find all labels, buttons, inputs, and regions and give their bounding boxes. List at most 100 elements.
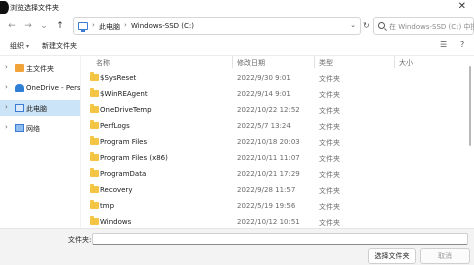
column-header-size[interactable]: 大小 — [399, 58, 413, 68]
file-type: 文件夹 — [319, 155, 340, 163]
folder-icon — [90, 168, 99, 177]
file-row[interactable]: tmp 2022/5/19 19:56 文件夹 — [82, 198, 466, 214]
sidebar-item-label: 主文件夹 — [26, 65, 54, 73]
new-folder-button[interactable]: 新建文件夹 — [42, 41, 77, 51]
close-icon[interactable]: ✕ — [458, 1, 466, 13]
folder-icon — [90, 216, 99, 225]
file-name: Windows — [100, 218, 132, 226]
column-header-date[interactable]: 修改日期 — [237, 58, 265, 68]
file-row[interactable]: PerfLogs 2022/5/7 13:24 文件夹 — [82, 118, 466, 134]
forward-arrow-icon[interactable]: → — [22, 20, 34, 32]
file-row[interactable]: $SysReset 2022/9/30 9:01 文件夹 — [82, 70, 466, 86]
title-bar: 浏览选择文件夹 ✕ — [0, 0, 474, 16]
address-dropdown-icon[interactable]: ⌄ — [350, 21, 356, 29]
file-date: 2022/9/14 9:01 — [237, 90, 291, 98]
sidebar-item-home[interactable]: › 主文件夹 — [0, 60, 80, 76]
file-type: 文件夹 — [319, 171, 340, 179]
file-date: 2022/5/7 13:24 — [237, 122, 291, 130]
folder-icon — [90, 88, 99, 97]
cancel-button[interactable]: 取消 — [420, 248, 470, 264]
expand-chevron-icon[interactable]: › — [5, 123, 8, 131]
file-date: 2022/9/30 9:01 — [237, 74, 291, 82]
file-date: 2022/10/18 20:03 — [237, 138, 300, 146]
file-type: 文件夹 — [319, 203, 340, 211]
expand-chevron-icon[interactable]: › — [5, 63, 8, 71]
home-icon — [15, 64, 24, 72]
folder-icon — [90, 200, 99, 209]
back-arrow-icon[interactable]: ← — [6, 20, 18, 32]
file-row[interactable]: $WinREAgent 2022/9/14 9:01 文件夹 — [82, 86, 466, 102]
column-divider[interactable] — [394, 56, 395, 68]
vertical-scrollbar[interactable] — [468, 56, 472, 228]
expand-chevron-icon[interactable]: › — [5, 83, 8, 91]
cloud-icon — [15, 84, 24, 92]
navigation-pane: › 主文件夹 › OneDrive - Personal › 此电脑 › 网络 — [0, 56, 80, 228]
refresh-icon[interactable]: ↻ — [363, 17, 371, 35]
search-placeholder: 在 Windows-SSD (C:) 中搜索 — [389, 23, 474, 31]
file-row[interactable]: Program Files (x86) 2022/10/11 11:07 文件夹 — [82, 150, 466, 166]
address-bar[interactable]: › 此电脑 › Windows-SSD (C:) ⌄ — [73, 17, 361, 35]
up-arrow-icon[interactable]: ↑ — [54, 20, 66, 32]
sidebar-item-onedrive[interactable]: › OneDrive - Personal — [0, 80, 80, 96]
file-name: OneDriveTemp — [100, 106, 152, 114]
file-row[interactable]: Recovery 2022/9/28 11:57 文件夹 — [82, 182, 466, 198]
folder-icon — [90, 72, 99, 81]
file-date: 2022/10/22 12:52 — [237, 106, 300, 114]
file-type: 文件夹 — [319, 187, 340, 195]
help-icon[interactable]: ? — [460, 40, 464, 49]
chevron-down-icon: ▾ — [26, 43, 30, 50]
app-icon — [0, 1, 9, 14]
sidebar-item-this-pc[interactable]: › 此电脑 — [0, 100, 80, 116]
file-date: 2022/5/19 19:56 — [237, 202, 296, 210]
file-name: $WinREAgent — [100, 90, 148, 98]
network-icon — [15, 124, 24, 132]
folder-icon — [90, 184, 99, 193]
file-type: 文件夹 — [319, 139, 340, 147]
sidebar-item-label: 网络 — [26, 125, 40, 133]
folder-icon — [90, 152, 99, 161]
organize-label: 组织 — [10, 42, 24, 50]
folder-label: 文件夹: — [68, 236, 92, 244]
file-type: 文件夹 — [319, 107, 340, 115]
sidebar-item-label: OneDrive - Personal — [26, 84, 80, 92]
column-header-name[interactable]: 名称 — [96, 58, 110, 68]
recent-locations-chevron-icon[interactable]: ⌄ — [38, 20, 50, 32]
file-row[interactable]: Windows 2022/10/12 10:51 文件夹 — [82, 214, 466, 228]
sidebar-item-network[interactable]: › 网络 — [0, 120, 80, 136]
column-header-type[interactable]: 类型 — [319, 58, 333, 68]
scrollbar-thumb[interactable] — [469, 66, 471, 146]
search-box[interactable]: 在 Windows-SSD (C:) 中搜索 — [373, 17, 474, 35]
file-date: 2022/9/28 11:57 — [237, 186, 296, 194]
organize-button[interactable]: 组织 ▾ — [10, 41, 29, 51]
view-options-icon[interactable]: ☰ — [440, 40, 447, 49]
address-row: ← → ⌄ ↑ › 此电脑 › Windows-SSD (C:) ⌄ ↻ 在 W… — [0, 16, 474, 36]
file-type: 文件夹 — [319, 219, 340, 227]
file-type: 文件夹 — [319, 75, 340, 83]
column-divider[interactable] — [314, 56, 315, 68]
file-name: Recovery — [100, 186, 133, 194]
folder-name-input[interactable] — [92, 233, 468, 245]
window-title: 浏览选择文件夹 — [10, 4, 59, 12]
file-name: tmp — [100, 202, 115, 210]
file-name: PerfLogs — [100, 122, 130, 130]
breadcrumb-drive[interactable]: Windows-SSD (C:) — [131, 22, 194, 30]
breadcrumb-this-pc[interactable]: 此电脑 — [99, 22, 120, 32]
file-date: 2022/10/21 17:29 — [237, 170, 300, 178]
expand-chevron-icon[interactable]: › — [5, 103, 8, 111]
pane-divider[interactable] — [80, 56, 81, 228]
column-divider[interactable] — [232, 56, 233, 68]
file-type: 文件夹 — [319, 91, 340, 99]
search-icon — [378, 22, 385, 29]
file-date: 2022/10/12 10:51 — [237, 218, 300, 226]
file-name: $SysReset — [100, 74, 137, 82]
folder-icon — [90, 104, 99, 113]
breadcrumb-separator: › — [92, 21, 95, 29]
file-row[interactable]: ProgramData 2022/10/21 17:29 文件夹 — [82, 166, 466, 182]
select-folder-button[interactable]: 选择文件夹 — [368, 248, 416, 264]
file-name: ProgramData — [100, 170, 147, 178]
file-row[interactable]: OneDriveTemp 2022/10/22 12:52 文件夹 — [82, 102, 466, 118]
file-row[interactable]: Program Files 2022/10/18 20:03 文件夹 — [82, 134, 466, 150]
pc-icon — [78, 22, 88, 32]
file-list: 名称 修改日期 类型 大小 $SysReset 2022/9/30 9:01 文… — [82, 56, 466, 228]
pc-icon — [15, 104, 24, 112]
